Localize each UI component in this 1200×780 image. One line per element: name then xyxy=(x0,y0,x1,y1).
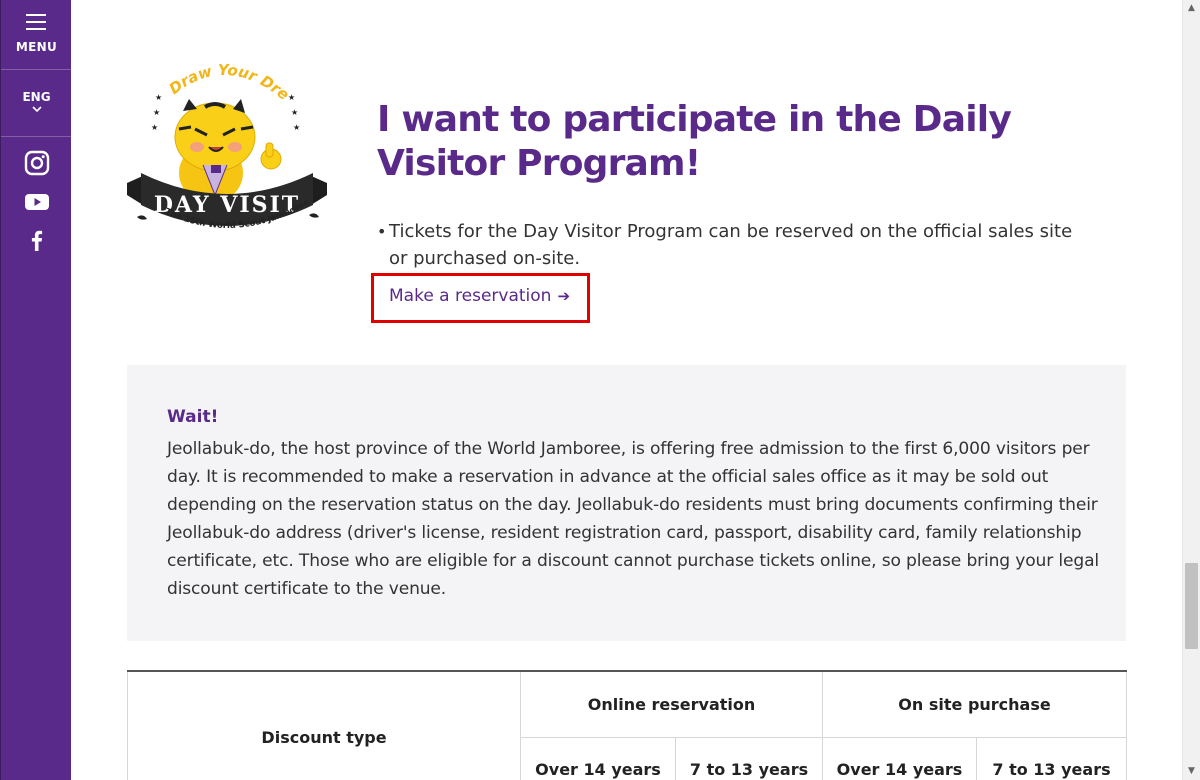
notice-box: Wait! Jeollabuk-do, the host province of… xyxy=(127,365,1126,641)
language-label: ENG xyxy=(22,90,51,104)
sidebar-divider xyxy=(1,136,72,137)
instagram-icon[interactable] xyxy=(24,150,50,176)
age-header: 7 to 13 years xyxy=(675,736,823,780)
menu-button[interactable]: MENU xyxy=(1,0,72,69)
reservation-link-label: Make a reservation xyxy=(389,286,552,306)
discount-type-header: Discount type xyxy=(127,670,521,780)
hamburger-icon xyxy=(26,14,46,30)
age-header: Over 14 years xyxy=(520,736,676,780)
intro-text: Tickets for the Day Visitor Program can … xyxy=(389,221,1073,269)
online-reservation-header: Online reservation xyxy=(520,670,823,738)
chevron-down-icon xyxy=(1,104,72,115)
arrow-right-icon: ➔ xyxy=(557,287,571,305)
svg-text:★: ★ xyxy=(291,108,298,117)
svg-text:Draw Your Dream: Draw Your Dream xyxy=(123,55,293,104)
logo-arc-text: Draw Your Dream xyxy=(115,41,292,104)
make-reservation-link[interactable]: Make a reservation ➔ xyxy=(371,273,590,323)
vertical-scrollbar[interactable]: ▲ ▼ xyxy=(1182,0,1200,780)
svg-text:★: ★ xyxy=(293,123,300,132)
scrollbar-thumb[interactable] xyxy=(1185,563,1198,649)
svg-text:★: ★ xyxy=(288,93,295,102)
scroll-down-arrow-icon[interactable]: ▼ xyxy=(1183,763,1200,780)
svg-text:★: ★ xyxy=(155,93,162,102)
sidebar: MENU ENG xyxy=(0,0,72,780)
svg-text:★: ★ xyxy=(151,123,158,132)
bullet-icon: • xyxy=(377,222,387,241)
menu-label: MENU xyxy=(15,40,58,54)
day-visit-logo: Draw Your Dream ★ ★ ★ ★ ★ ★ DAY VIS xyxy=(115,41,333,245)
page-title: I want to participate in the Daily Visit… xyxy=(377,99,1012,184)
facebook-icon[interactable] xyxy=(24,227,50,253)
age-header: 7 to 13 years xyxy=(975,736,1128,780)
language-selector[interactable]: ENG xyxy=(1,70,72,136)
notice-body: Jeollabuk-do, the host province of the W… xyxy=(167,439,1099,599)
svg-text:★: ★ xyxy=(153,108,160,117)
intro-bullet: • Tickets for the Day Visitor Program ca… xyxy=(377,218,1077,272)
discount-table: Discount type Online reservation On site… xyxy=(127,670,1128,780)
scroll-up-arrow-icon[interactable]: ▲ xyxy=(1183,0,1200,17)
youtube-icon[interactable] xyxy=(24,189,50,215)
on-site-purchase-header: On site purchase xyxy=(821,670,1128,738)
age-header: Over 14 years xyxy=(822,736,977,780)
notice-title: Wait! xyxy=(167,407,219,427)
